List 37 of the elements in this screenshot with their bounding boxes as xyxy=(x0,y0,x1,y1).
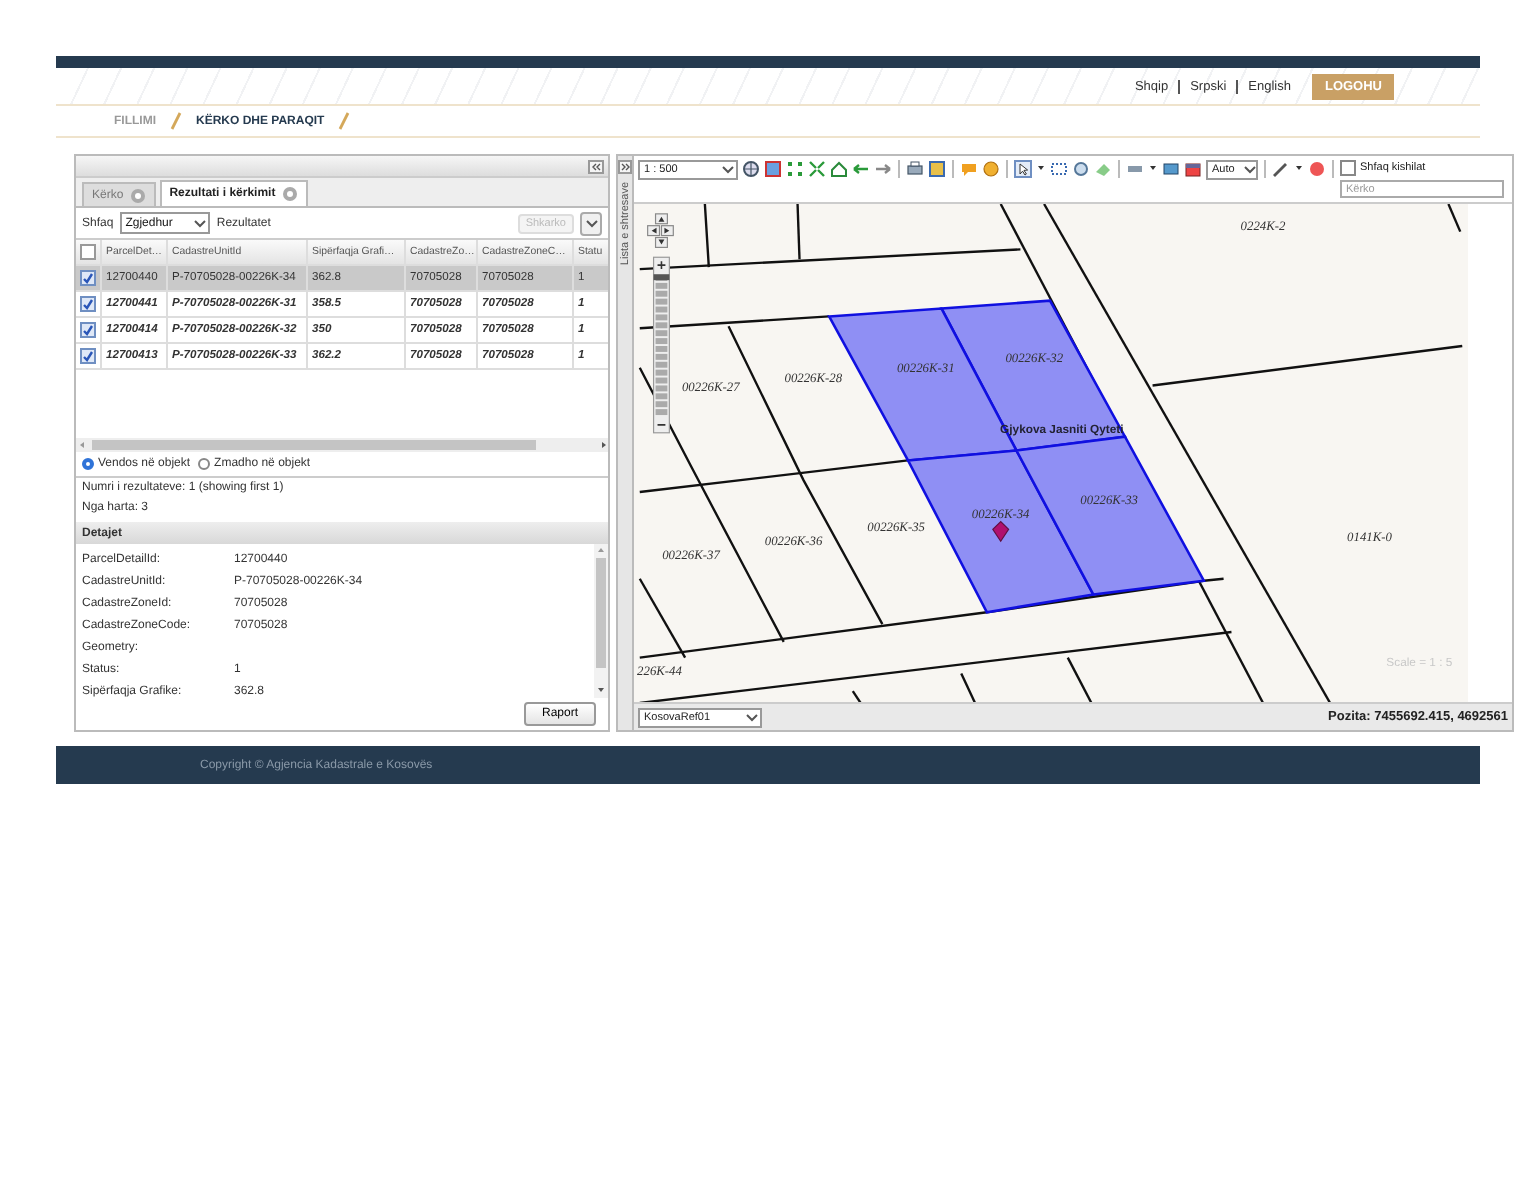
caret-icon xyxy=(744,709,760,726)
row-checkbox[interactable] xyxy=(80,322,96,338)
expand-icon[interactable] xyxy=(618,160,632,174)
radio-button[interactable] xyxy=(198,458,211,470)
caret-icon xyxy=(583,215,599,231)
zoom-extent-icon[interactable] xyxy=(808,160,826,178)
caret-icon xyxy=(1242,162,1256,178)
row-checkbox[interactable] xyxy=(80,296,96,312)
checkmark-icon xyxy=(82,324,94,336)
pen-icon[interactable] xyxy=(1272,160,1290,178)
home-icon[interactable] xyxy=(830,160,848,178)
arrow-left-icon[interactable] xyxy=(852,160,870,178)
select-box-icon[interactable] xyxy=(1050,160,1068,178)
row-checkbox[interactable] xyxy=(80,348,96,364)
caret-icon xyxy=(720,162,736,178)
radio-button[interactable] xyxy=(82,458,94,470)
location-marker-icon xyxy=(992,520,1010,542)
select-all-checkbox[interactable] xyxy=(80,244,96,260)
checkmark-icon xyxy=(82,298,94,310)
zoom-thumb[interactable] xyxy=(653,273,670,280)
zoom-box-icon[interactable] xyxy=(764,160,782,178)
collapse-icon[interactable] xyxy=(588,159,604,173)
checkmark-icon xyxy=(82,272,94,284)
checkmark-icon xyxy=(82,350,94,362)
checkbox[interactable] xyxy=(1340,160,1356,176)
printer-icon[interactable] xyxy=(906,160,924,178)
slash-icon xyxy=(338,112,351,130)
zoom-slider[interactable] xyxy=(653,256,670,433)
globe-icon[interactable] xyxy=(742,160,760,178)
caret-icon xyxy=(192,215,209,231)
pan-control[interactable] xyxy=(647,212,674,248)
full-extent-icon[interactable] xyxy=(786,160,804,178)
slash-icon xyxy=(170,112,182,130)
pointer-icon[interactable] xyxy=(1014,160,1032,178)
dropdown-button[interactable] xyxy=(580,211,602,235)
row-checkbox[interactable] xyxy=(80,270,96,286)
arrow-right-icon[interactable] xyxy=(874,160,892,178)
